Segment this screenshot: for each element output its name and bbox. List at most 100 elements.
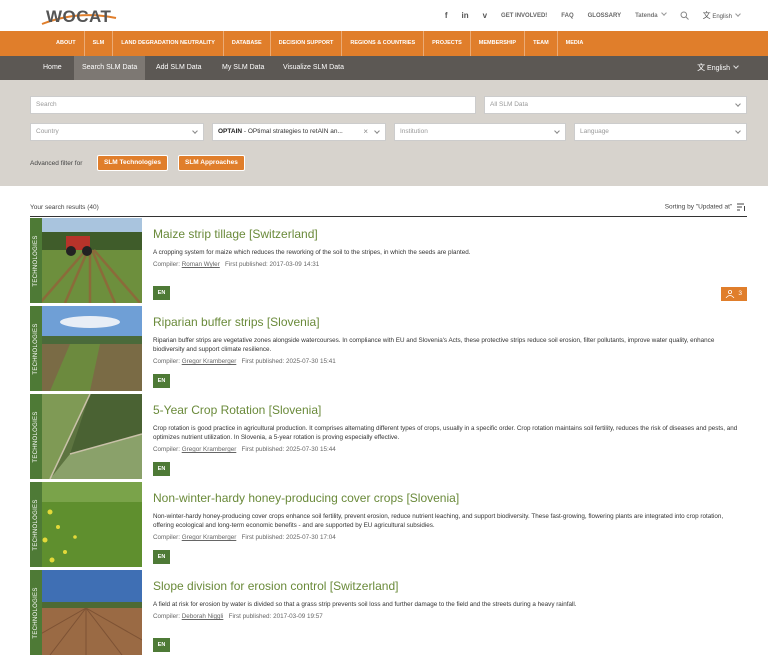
published-date: 2017-03-09 19:57 [273,613,323,620]
entry-title[interactable]: 5-Year Crop Rotation [Slovenia] [153,403,321,417]
results-count: Your search results (40) [30,204,99,211]
user-menu[interactable]: Tatenda [635,9,667,19]
entry-meta: Compiler: Gregor Kramberger First publis… [153,534,336,541]
compiler-label: Compiler: [153,613,180,620]
related-count: 3 [738,290,742,297]
compiler-link[interactable]: Roman Wyler [182,261,220,268]
entry-title[interactable]: Riparian buffer strips [Slovenia] [153,315,320,329]
language-badge[interactable]: EN [153,374,170,388]
compiler-link[interactable]: Gregor Kramberger [182,446,237,453]
project-select[interactable]: OPTAIN - OPtimal strategies to retAIN an… [212,123,386,141]
vimeo-icon[interactable]: v [483,11,487,20]
type-tag: TECHNOLOGIES [30,570,42,655]
published-date: 2025-07-30 15:41 [286,358,336,365]
slm-approaches-button[interactable]: SLM Approaches [178,155,245,171]
search-input[interactable]: Search [30,96,476,114]
nav-database[interactable]: DATABASE [224,31,271,56]
institution-select[interactable]: Institution [394,123,566,141]
chevron-down-icon [733,63,739,69]
compiler-link[interactable]: Gregor Kramberger [182,534,237,541]
chevron-down-icon [735,128,741,134]
slope-field-image [30,570,142,655]
nav-media[interactable]: MEDIA [558,31,592,56]
entry-meta: Compiler: Gregor Kramberger First publis… [153,446,336,453]
compiler-link[interactable]: Deborah Niggli [182,613,224,620]
compiler-label: Compiler: [153,261,180,268]
type-tag: TECHNOLOGIES [30,482,42,567]
type-label: TECHNOLOGIES [33,234,39,287]
entry-title[interactable]: Non-winter-hardy honey-producing cover c… [153,491,459,505]
user-name: Tatenda [635,12,658,19]
subnav-language-label: English [707,65,730,72]
sort-control[interactable]: Sorting by "Updated at" [665,203,746,211]
nav-decision-support[interactable]: DECISION SUPPORT [271,31,343,56]
chevron-down-icon [374,128,380,134]
thumbnail-image[interactable]: TECHNOLOGIES [30,394,142,479]
subnav-home[interactable]: Home [35,56,70,80]
riparian-strip-image [30,306,142,391]
type-label: TECHNOLOGIES [33,586,39,639]
subnav-language-selector[interactable]: 文 English [697,56,739,80]
subnav-my-slm-data[interactable]: My SLM Data [214,56,272,80]
chevron-down-icon [735,11,741,17]
data-type-select[interactable]: All SLM Data [484,96,747,114]
entry-description: Riparian buffer strips are vegetative zo… [153,337,715,353]
country-select[interactable]: Country [30,123,204,141]
list-item: TECHNOLOGIES Slope division for erosion … [30,570,747,655]
subnav-add-slm-data[interactable]: Add SLM Data [148,56,210,80]
nav-projects[interactable]: PROJECTS [424,31,471,56]
thumbnail-image[interactable]: TECHNOLOGIES [30,306,142,391]
published-date: 2017-03-09 14:31 [269,261,320,268]
nav-membership[interactable]: MEMBERSHIP [471,31,526,56]
compiler-link[interactable]: Gregor Kramberger [182,358,237,365]
list-item: TECHNOLOGIES Non-winter-hardy honey-prod… [30,482,747,567]
clear-icon[interactable]: × [363,124,368,140]
sort-icon [737,203,745,211]
wocat-logo[interactable]: WOCAT [38,4,118,26]
slm-technologies-button[interactable]: SLM Technologies [97,155,168,171]
type-label: TECHNOLOGIES [33,498,39,551]
thumbnail-image[interactable]: TECHNOLOGIES [30,218,142,303]
chevron-down-icon [192,128,198,134]
faq-link[interactable]: FAQ [561,13,573,19]
entry-title[interactable]: Slope division for erosion control [Swit… [153,579,398,593]
language-badge[interactable]: EN [153,638,170,652]
get-involved-link[interactable]: GET INVOLVED! [501,13,547,19]
data-type-value: All SLM Data [490,101,528,108]
nav-slm[interactable]: SLM [85,31,114,56]
facebook-icon[interactable]: f [445,11,448,20]
institution-placeholder: Institution [400,128,428,135]
thumbnail-image[interactable]: TECHNOLOGIES [30,570,142,655]
entry-title[interactable]: Maize strip tillage [Switzerland] [153,227,318,241]
language-placeholder: Language [580,128,609,135]
subnav-search-slm-data[interactable]: Search SLM Data [74,56,146,80]
country-placeholder: Country [36,128,59,135]
linkedin-icon[interactable]: in [461,11,468,20]
related-count-badge[interactable]: 3 [721,287,747,301]
chevron-down-icon [660,9,667,16]
nav-ldn[interactable]: LAND DEGRADATION NEUTRALITY [113,31,224,56]
language-badge[interactable]: EN [153,550,170,564]
project-name: - OPtimal strategies to retAIN an... [242,128,343,135]
published-label: First published: [228,613,272,620]
chevron-down-icon [554,128,560,134]
results-divider [30,216,747,217]
top-bar: WOCAT f in v GET INVOLVED! FAQ GLOSSARY … [0,0,768,31]
entry-meta: Compiler: Deborah Niggli First published… [153,613,323,620]
nav-regions-countries[interactable]: REGIONS & COUNTRIES [342,31,425,56]
nav-about[interactable]: ABOUT [48,31,85,56]
subnav-visualize-slm-data[interactable]: Visualize SLM Data [275,56,352,80]
nav-team[interactable]: TEAM [525,31,558,56]
language-badge[interactable]: EN [153,286,170,300]
entry-description: Crop rotation is good practice in agricu… [153,425,738,441]
thumbnail-image[interactable]: TECHNOLOGIES [30,482,142,567]
language-badge[interactable]: EN [153,462,170,476]
language-selector[interactable]: 文 English [703,10,741,21]
top-links: f in v GET INVOLVED! FAQ GLOSSARY Tatend… [445,0,741,31]
search-icon[interactable] [680,11,689,20]
published-label: First published: [241,534,285,541]
type-tag: TECHNOLOGIES [30,218,42,303]
logo-text: WOCAT [46,7,112,26]
glossary-link[interactable]: GLOSSARY [588,13,621,19]
language-select[interactable]: Language [574,123,747,141]
